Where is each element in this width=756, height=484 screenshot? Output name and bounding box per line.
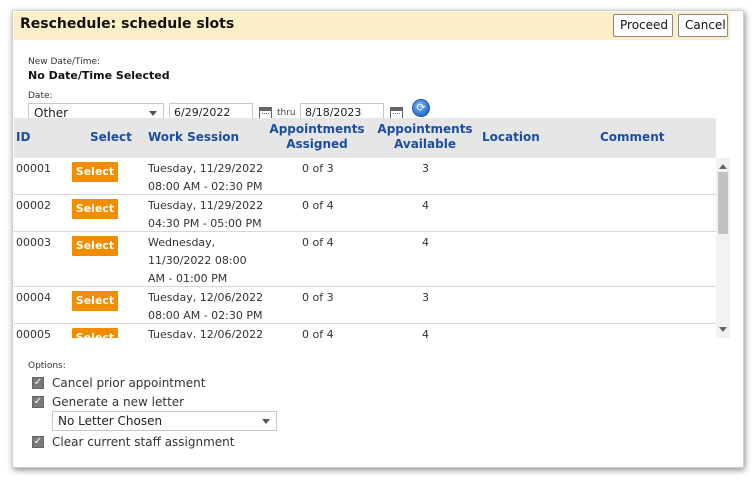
row-available: 3 (422, 162, 429, 175)
cancel-prior-checkbox[interactable]: ✓ (32, 377, 44, 389)
row-session-line2: 08:00 AM - 02:30 PM (148, 309, 263, 322)
date-label: Date: (28, 91, 53, 101)
clear-staff-label: Clear current staff assignment (52, 435, 235, 449)
chevron-down-icon (262, 419, 270, 424)
row-session-line1: Tuesday, 11/29/2022 (148, 162, 264, 175)
new-datetime-value: No Date/Time Selected (28, 69, 170, 82)
row-session-line2: 08:00 AM - 02:30 PM (148, 180, 263, 193)
select-slot-button[interactable]: Select (72, 291, 118, 311)
row-assigned: 0 of 3 (302, 291, 334, 304)
table-scrollbar[interactable] (716, 158, 730, 338)
generate-letter-label: Generate a new letter (52, 395, 185, 409)
header-comment: Comment (600, 130, 665, 144)
row-session-line3: AM - 01:00 PM (148, 272, 228, 285)
slots-table-body: 00001 Select Tuesday, 11/29/2022 08:00 A… (14, 158, 716, 338)
row-session-line2: 04:30 PM - 05:00 PM (148, 217, 262, 230)
row-id: 00004 (16, 291, 51, 304)
new-datetime-label: New Date/Time: (28, 57, 101, 67)
header-assigned-line1: Appointments (269, 122, 365, 136)
select-slot-button[interactable]: Select (72, 328, 118, 338)
header-work-session: Work Session (148, 130, 240, 144)
letter-select-value: No Letter Chosen (58, 414, 163, 428)
header-available: Appointments Available (372, 122, 478, 152)
row-assigned: 0 of 4 (302, 236, 334, 249)
row-available: 4 (422, 328, 429, 338)
header-id: ID (16, 130, 31, 144)
table-header: ID Select Work Session Appointments Assi… (14, 118, 716, 158)
row-id: 00002 (16, 199, 51, 212)
select-slot-button[interactable]: Select (72, 236, 118, 256)
chevron-down-icon (149, 111, 157, 116)
cancel-prior-label: Cancel prior appointment (52, 376, 206, 390)
row-session-line1: Tuesday, 11/29/2022 (148, 199, 264, 212)
table-row: 00003 Select Wednesday, 11/30/2022 08:00… (14, 232, 716, 287)
select-slot-button[interactable]: Select (72, 162, 118, 182)
select-slot-button[interactable]: Select (72, 199, 118, 219)
table-row: 00005 Select Tuesday, 12/06/2022 0 of 4 … (14, 324, 716, 338)
row-id: 00005 (16, 328, 51, 338)
scroll-up-icon[interactable] (719, 164, 727, 169)
row-available: 4 (422, 236, 429, 249)
row-session-line1: Tuesday, 12/06/2022 (148, 291, 264, 304)
table-row: 00004 Select Tuesday, 12/06/2022 08:00 A… (14, 287, 716, 324)
header-assigned: Appointments Assigned (264, 122, 370, 152)
row-id: 00001 (16, 162, 51, 175)
scroll-thumb[interactable] (718, 172, 728, 234)
refresh-icon[interactable]: ⟳ (412, 99, 430, 117)
row-available: 3 (422, 291, 429, 304)
dialog-title: Reschedule: schedule slots (20, 16, 235, 32)
letter-select[interactable]: No Letter Chosen (52, 411, 277, 431)
row-available: 4 (422, 199, 429, 212)
header-location: Location (482, 130, 540, 144)
row-assigned: 0 of 3 (302, 162, 334, 175)
cancel-button[interactable]: Cancel (678, 14, 728, 37)
header-assigned-line2: Assigned (286, 137, 348, 151)
generate-letter-checkbox[interactable]: ✓ (32, 396, 44, 408)
row-assigned: 0 of 4 (302, 328, 334, 338)
row-session-line1: Wednesday, (148, 236, 216, 249)
proceed-button[interactable]: Proceed (613, 14, 673, 37)
row-session-line2: 11/30/2022 08:00 (148, 254, 247, 267)
scroll-down-icon[interactable] (719, 327, 727, 332)
dialog-titlebar: Reschedule: schedule slots Proceed Cance… (14, 12, 730, 40)
header-available-line2: Available (394, 137, 456, 151)
clear-staff-checkbox[interactable]: ✓ (32, 436, 44, 448)
table-row: 00002 Select Tuesday, 11/29/2022 04:30 P… (14, 195, 716, 232)
options-label: Options: (28, 361, 66, 371)
row-assigned: 0 of 4 (302, 199, 334, 212)
row-id: 00003 (16, 236, 51, 249)
header-select: Select (90, 130, 132, 144)
header-available-line1: Appointments (377, 122, 473, 136)
thru-label: thru (277, 108, 296, 118)
row-session-line1: Tuesday, 12/06/2022 (148, 328, 264, 338)
table-row: 00001 Select Tuesday, 11/29/2022 08:00 A… (14, 158, 716, 195)
